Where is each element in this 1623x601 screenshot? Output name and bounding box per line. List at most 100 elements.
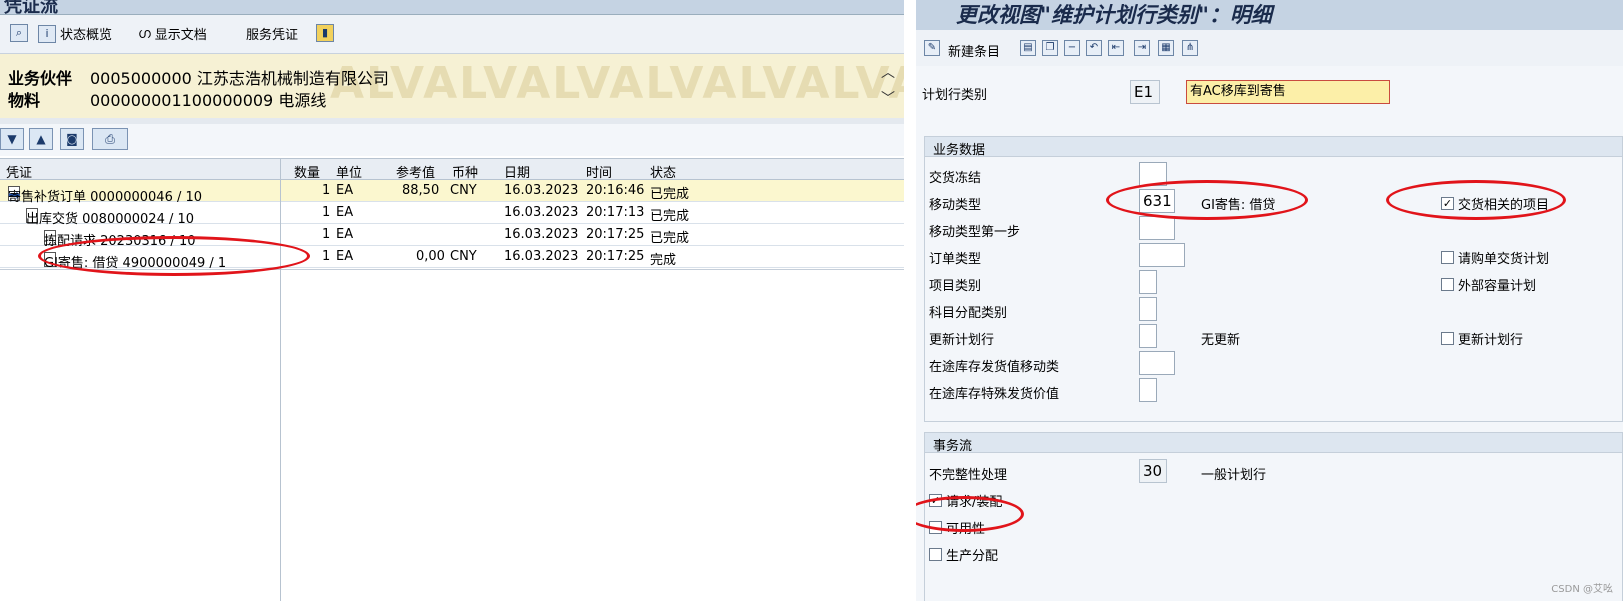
glasses-icon: ഗ <box>138 25 151 42</box>
acct-assignment-field[interactable] <box>1139 297 1157 321</box>
date-cell: 16.03.2023 <box>504 183 579 198</box>
business-data-group: 业务数据 交货冻结 移动类型 631 GI寄售: 借贷 ✓ 交货相关的项目 移动类… <box>924 136 1623 422</box>
acct-assignment-label: 科目分配类别 <box>929 306 1008 321</box>
date-cell: 16.03.2023 <box>504 227 579 242</box>
tree-toolbar: ▼ ▲ ◙ ⎙ <box>0 124 904 156</box>
maintain-schedule-line-pane: 更改视图"维护计划行类别"：明细 ✎ 新建条目 ▤ ❐ − ↶ ⇤ ⇥ ▦ ⋔ … <box>916 0 1623 601</box>
group-title: 业务数据 <box>933 143 986 158</box>
category-code-field[interactable]: E1 <box>1130 80 1160 104</box>
unit-cell: EA <box>336 183 354 198</box>
partner-row: 业务伙伴 0005000000 江苏志浩机械制造有限公司 <box>8 65 389 89</box>
transit-special-field[interactable] <box>1139 378 1157 402</box>
status-overview-label: 状态概览 <box>60 28 113 43</box>
material-row: 物料 000000001100000009 电源线 <box>8 87 326 111</box>
purch-req-sched-checkbox[interactable]: 请购单交货计划 <box>1441 248 1549 267</box>
update-sched-label: 更新计划行 <box>929 333 995 348</box>
movement-type-1step-field[interactable] <box>1139 216 1175 240</box>
page-title: 更改视图"维护计划行类别"：明细 <box>956 2 1272 27</box>
col-unit[interactable]: 单位 <box>336 162 362 181</box>
update-sched-field[interactable] <box>1139 324 1157 348</box>
select-all-icon[interactable]: ▦ <box>1158 40 1174 56</box>
transit-special-label: 在途库存特殊发货价值 <box>929 387 1060 402</box>
item-category-field[interactable] <box>1139 270 1157 294</box>
col-ref[interactable]: 参考值 <box>396 162 435 181</box>
incompletion-field[interactable]: 30 <box>1139 459 1167 483</box>
col-time[interactable]: 时间 <box>586 162 612 181</box>
find-binoculars-icon[interactable]: ◙ <box>60 128 84 150</box>
copy-icon[interactable]: ❐ <box>1042 40 1058 56</box>
col-date[interactable]: 日期 <box>504 162 530 181</box>
group-title: 事务流 <box>933 439 973 454</box>
order-type-field[interactable] <box>1139 243 1185 267</box>
magnifier-icon: ⌕ <box>10 24 28 42</box>
group-header: 业务数据 <box>925 137 1622 158</box>
where-used-icon[interactable]: ⋔ <box>1182 40 1198 56</box>
display-icon-button[interactable]: ⌕ <box>10 24 28 42</box>
category-label: 计划行类别 <box>922 88 988 103</box>
time-cell: 20:17:13 <box>586 205 645 220</box>
cur-cell: CNY <box>450 183 477 198</box>
scroll-up-icon[interactable]: ︿ <box>880 62 896 82</box>
ext-capacity-checkbox[interactable]: 外部容量计划 <box>1441 275 1536 294</box>
time-cell: 20:16:46 <box>586 183 645 198</box>
date-cell: 16.03.2023 <box>504 249 579 264</box>
col-cur[interactable]: 币种 <box>452 162 478 181</box>
qty-cell: 1 <box>322 249 331 264</box>
previous-entry-icon[interactable]: ⇤ <box>1108 40 1124 56</box>
table-row[interactable]: ▼➡寄售补货订单 0000000046 / 10 1 EA 88,50 CNY … <box>0 180 904 205</box>
checkbox-box[interactable] <box>1441 251 1454 264</box>
column-separator[interactable] <box>280 158 281 601</box>
service-doc-label: 服务凭证 <box>246 28 299 43</box>
pane-divider <box>904 0 916 601</box>
status-cell: 已完成 <box>650 209 690 224</box>
checkbox-label: 请购单交货计划 <box>1458 252 1550 267</box>
update-sched-checkbox[interactable]: 更新计划行 <box>1441 329 1523 348</box>
incompletion-desc: 一般计划行 <box>1201 468 1267 483</box>
material-value: 000000001100000009 电源线 <box>90 91 327 110</box>
delivery-block-label: 交货冻结 <box>929 171 982 186</box>
scroll-down-icon[interactable]: ﹀ <box>880 88 896 108</box>
status-overview-button[interactable]: i 状态概览 <box>38 24 112 43</box>
col-doc[interactable]: 凭证 <box>6 162 32 181</box>
qty-cell: 1 <box>322 227 331 242</box>
undo-icon[interactable]: ↶ <box>1086 40 1102 56</box>
checkbox-label: 生产分配 <box>946 549 999 564</box>
document-flow-pane: 凭证流 ⌕ i 状态概览 ഗ 显示文档 服务凭证 ▮ ALVALVALVALVA… <box>0 0 904 601</box>
service-doc-button[interactable]: 服务凭证 <box>246 24 298 43</box>
transit-mvmt-field[interactable] <box>1139 351 1175 375</box>
prod-alloc-checkbox[interactable]: 生产分配 <box>929 545 998 564</box>
category-desc-field[interactable]: 有AC移库到寄售 <box>1186 80 1390 104</box>
checkbox-label: 更新计划行 <box>1458 333 1524 348</box>
details-icon[interactable]: ▤ <box>1020 40 1036 56</box>
time-cell: 20:17:25 <box>586 249 645 264</box>
display-doc-button[interactable]: ഗ 显示文档 <box>138 24 207 44</box>
toolbar: ✎ 新建条目 ▤ ❐ − ↶ ⇤ ⇥ ▦ ⋔ <box>916 30 1623 66</box>
credit-watermark: CSDN @艾吆 <box>1551 584 1613 595</box>
delete-icon[interactable]: − <box>1064 40 1080 56</box>
header-info: ALVALVALVALVALVALVALV 业务伙伴 0005000000 江苏… <box>0 54 904 118</box>
col-status[interactable]: 状态 <box>650 162 676 181</box>
status-cell: 完成 <box>650 253 677 268</box>
next-entry-icon[interactable]: ⇥ <box>1134 40 1150 56</box>
transaction-flow-group: 事务流 不完整性处理 30 一般计划行 ✓ 请求/装配 可用性 生产分配 <box>924 432 1623 601</box>
edit-glasses-icon[interactable]: ✎ <box>924 40 940 56</box>
qty-cell: 1 <box>322 205 331 220</box>
col-qty[interactable]: 数量 <box>294 162 320 181</box>
expand-all-icon[interactable]: ▼ <box>0 128 24 150</box>
toolbar: ⌕ i 状态概览 ഗ 显示文档 服务凭证 ▮ <box>0 15 904 54</box>
highlight-oval <box>1386 180 1566 220</box>
ref-cell: 0,00 <box>416 249 445 264</box>
print-icon[interactable]: ⎙ <box>92 128 128 150</box>
new-entries-button[interactable]: 新建条目 <box>948 41 1000 60</box>
cur-cell: CNY <box>450 249 477 264</box>
collapse-all-icon[interactable]: ▲ <box>29 128 53 150</box>
transit-mvmt-label: 在途库存发货值移动类 <box>929 360 1060 375</box>
chart-button[interactable]: ▮ <box>316 24 334 42</box>
checkbox-box[interactable] <box>1441 278 1454 291</box>
column-header: 凭证 数量 单位 参考值 币种 日期 时间 状态 <box>0 158 904 181</box>
partner-label: 业务伙伴 <box>8 69 73 88</box>
table-row[interactable]: ▼出库交货 0080000024 / 10 1 EA 16.03.2023 20… <box>0 202 904 227</box>
checkbox-box[interactable] <box>1441 332 1454 345</box>
checkbox-box[interactable] <box>929 548 942 561</box>
update-sched-desc: 无更新 <box>1201 333 1241 348</box>
